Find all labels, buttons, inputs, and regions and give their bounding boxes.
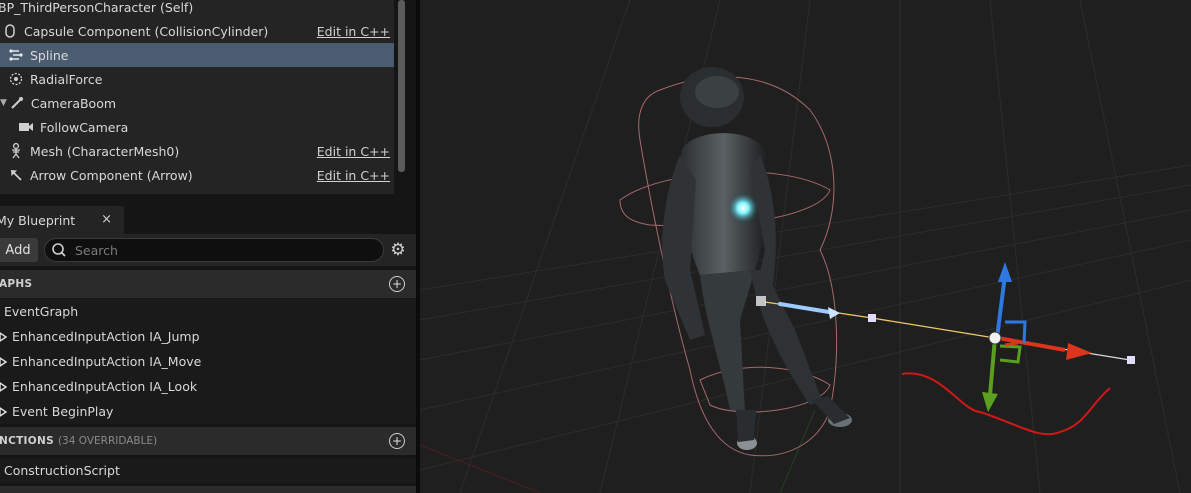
component-label: Mesh (CharacterMesh0) bbox=[30, 143, 180, 159]
search-icon bbox=[51, 241, 69, 259]
graph-item[interactable]: EnhancedInputAction IA_Jump bbox=[0, 324, 416, 349]
search-input[interactable] bbox=[73, 241, 377, 259]
chest-light bbox=[727, 192, 759, 224]
function-item[interactable]: ConstructionScript bbox=[0, 458, 416, 483]
spline-end-point bbox=[1127, 356, 1135, 364]
graph-label: EnhancedInputAction IA_Jump bbox=[12, 329, 200, 344]
radial-force-icon bbox=[8, 71, 24, 87]
arrow-icon bbox=[8, 167, 24, 183]
event-icon bbox=[0, 406, 8, 417]
spline-icon bbox=[8, 47, 24, 63]
component-label: RadialForce bbox=[30, 71, 103, 87]
graph-item[interactable]: EnhancedInputAction IA_Look bbox=[0, 374, 416, 399]
y-axis-handle bbox=[988, 337, 997, 396]
annotation-stroke bbox=[901, 372, 1111, 436]
z-axis-handle bbox=[995, 274, 1007, 339]
component-label: Capsule Component (CollisionCylinder) bbox=[24, 23, 269, 39]
section-title: NCTIONS bbox=[0, 435, 54, 447]
search-box[interactable] bbox=[44, 238, 384, 262]
transform-gizmo bbox=[982, 262, 1092, 412]
functions-section-header[interactable]: NCTIONS (34 OVERRIDABLE) + bbox=[0, 427, 416, 455]
edit-in-cpp-link[interactable]: Edit in C++ bbox=[317, 24, 390, 39]
component-cameraboom[interactable]: ▼ CameraBoom bbox=[0, 91, 394, 115]
edit-in-cpp-link[interactable]: Edit in C++ bbox=[317, 168, 390, 183]
tab-label: My Blueprint bbox=[0, 212, 76, 228]
component-label: Spline bbox=[30, 47, 69, 63]
component-label: CameraBoom bbox=[30, 95, 117, 111]
component-label: FollowCamera bbox=[40, 119, 129, 135]
tab-bar: My Blueprint × bbox=[0, 206, 416, 234]
add-graph-icon[interactable]: + bbox=[389, 276, 405, 292]
spline-point bbox=[868, 314, 876, 322]
viewport[interactable] bbox=[420, 0, 1191, 493]
graph-item[interactable]: Event BeginPlay bbox=[0, 399, 416, 424]
viewport-scene bbox=[420, 0, 1191, 493]
chevron-down-icon[interactable]: ▼ bbox=[0, 98, 7, 108]
close-icon[interactable]: × bbox=[101, 212, 112, 227]
capsule-icon bbox=[2, 23, 18, 39]
blueprint-toolbar: Add ⚙ bbox=[0, 234, 416, 266]
skeleton-icon bbox=[8, 143, 24, 159]
component-mesh[interactable]: Mesh (CharacterMesh0) Edit in C++ bbox=[0, 139, 394, 163]
event-icon bbox=[0, 356, 8, 367]
components-panel: BP_ThirdPersonCharacter (Self) Capsule C… bbox=[0, 0, 394, 194]
section-subtitle: (34 OVERRIDABLE) bbox=[57, 435, 158, 447]
left-panel: BP_ThirdPersonCharacter (Self) Capsule C… bbox=[0, 0, 416, 493]
camera-boom-icon bbox=[9, 95, 25, 111]
components-scrollbar[interactable] bbox=[398, 0, 405, 172]
component-label: Arrow Component (Arrow) bbox=[30, 167, 193, 183]
tangent-arrow bbox=[778, 302, 837, 315]
add-button[interactable]: Add bbox=[0, 238, 38, 262]
spline-start-point bbox=[756, 296, 766, 306]
camera-icon bbox=[18, 119, 34, 135]
section-title: APHS bbox=[0, 278, 33, 290]
function-label: ConstructionScript bbox=[4, 463, 120, 478]
event-icon bbox=[0, 381, 8, 392]
edit-in-cpp-link[interactable]: Edit in C++ bbox=[317, 144, 390, 159]
y-axis-line bbox=[779, 409, 816, 493]
component-followcamera[interactable]: FollowCamera bbox=[0, 115, 394, 139]
event-icon bbox=[0, 331, 8, 342]
graph-item[interactable]: EnhancedInputAction IA_Move bbox=[0, 349, 416, 374]
component-root-label: BP_ThirdPersonCharacter (Self) bbox=[0, 0, 194, 15]
graph-label: Event BeginPlay bbox=[12, 404, 114, 419]
graph-item[interactable]: EventGraph bbox=[0, 299, 416, 324]
component-spline[interactable]: Spline bbox=[0, 43, 394, 67]
component-arrow[interactable]: Arrow Component (Arrow) Edit in C++ bbox=[0, 163, 394, 187]
graphs-section-header[interactable]: APHS + bbox=[0, 270, 416, 298]
floor-grid bbox=[420, 0, 1191, 493]
graph-label: EnhancedInputAction IA_Move bbox=[12, 354, 202, 369]
add-function-icon[interactable]: + bbox=[389, 433, 405, 449]
tab-my-blueprint[interactable]: My Blueprint × bbox=[0, 206, 124, 234]
component-capsule[interactable]: Capsule Component (CollisionCylinder) Ed… bbox=[0, 19, 394, 43]
component-radialforce[interactable]: RadialForce bbox=[0, 67, 394, 91]
next-section-header bbox=[0, 486, 416, 493]
x-axis-line bbox=[420, 444, 541, 493]
gear-icon[interactable]: ⚙ bbox=[388, 240, 408, 260]
component-root[interactable]: BP_ThirdPersonCharacter (Self) bbox=[0, 0, 394, 19]
graph-label: EnhancedInputAction IA_Look bbox=[12, 379, 198, 394]
graph-label: EventGraph bbox=[4, 304, 79, 319]
